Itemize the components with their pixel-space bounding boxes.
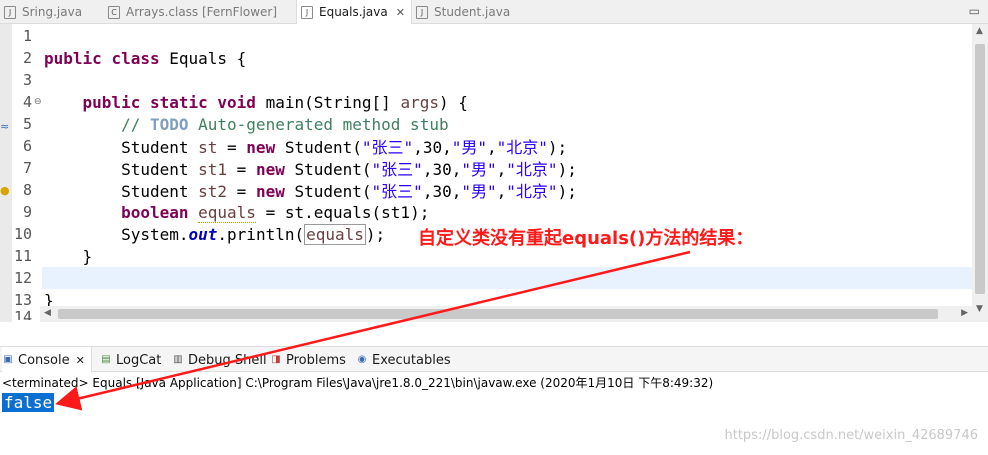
tab-label: Arrays.class [FernFlower] [126,5,278,19]
close-icon[interactable]: ✕ [396,6,405,19]
code-text: boolean equals = st.equals(st1); [121,202,430,223]
code-text: public class Equals { [44,48,247,68]
override-marker-icon: ≈ [0,120,10,133]
code-line-6: 6 Student st = new Student("张三",30,"男","… [12,135,972,157]
tab-student-java[interactable]: J Student.java [412,0,522,24]
tab-problems[interactable]: ◨ Problems [270,347,346,373]
java-file-icon: J [301,5,313,19]
executables-icon: ◉ [357,354,367,365]
problems-icon: ◨ [271,354,281,365]
line-number: 12 [13,269,32,287]
code-line-12: 12 [12,267,972,289]
debug-shell-icon: ▥ [173,354,183,365]
line-number: 3 [22,71,32,89]
code-text: } [82,246,93,266]
line-number: 1 [22,27,32,45]
console-icon: ▣ [3,354,13,365]
tab-logcat[interactable]: ▤ LogCat [100,347,161,373]
java-file-icon: J [4,5,16,19]
overview-ruler: ≈ ● [0,24,12,322]
warning-marker-icon: ● [0,184,10,197]
class-file-icon: C [108,5,120,19]
annotation-text: 自定义类没有重起equals()方法的结果： [418,228,754,249]
tab-label: Student.java [434,5,511,19]
code-line-2: 2 public class Equals { [12,47,972,69]
fold-collapse-icon[interactable]: ⊖ [34,97,42,107]
line-number: 6 [22,137,32,155]
tab-executables[interactable]: ◉ Executables [356,347,451,373]
vertical-scrollbar[interactable]: ▲ ▼ [972,24,988,322]
scroll-up-icon[interactable]: ▲ [976,26,983,36]
code-line-8: 8 Student st2 = new Student("张三",30,"男",… [12,179,972,201]
tab-debug-shell[interactable]: ▥ Debug Shell [172,347,267,373]
tab-label: Problems [286,352,346,368]
code-line-3: 3 [12,69,972,91]
tab-label: LogCat [116,352,162,368]
logcat-icon: ▤ [101,354,111,365]
tab-equals-java[interactable]: J Equals.java ✕ [296,0,412,24]
editor-tab-bar: J Sring.java C Arrays.class [FernFlower]… [0,0,988,24]
line-number: 8 [22,181,32,199]
tab-label: Equals.java [319,5,388,19]
scroll-right-icon[interactable]: ▶ [961,308,968,318]
scroll-down-icon[interactable]: ▼ [976,304,983,314]
tab-label: Sring.java [22,5,83,19]
tab-label: Executables [372,352,451,368]
line-number: 10 [13,225,32,243]
watermark: https://blog.csdn.net/weixin_42689746 [724,428,978,443]
scroll-left-icon[interactable]: ◀ [44,308,51,318]
code-editor[interactable]: ≈ ● 1 2 public class Equals { 3 4 ⊖ publ… [0,24,988,322]
console-output[interactable]: false [2,393,55,412]
code-comment: // TODO Auto-generated method stub [121,114,449,134]
line-number: 14 [13,308,32,320]
code-line-7: 7 Student st1 = new Student("张三",30,"男",… [12,157,972,179]
line-number: 7 [22,159,32,177]
console-panel-tabs: ▣ Console ✕ ▤ LogCat ▥ Debug Shell ◨ Pro… [0,346,988,373]
line-number: 2 [22,49,32,67]
tab-sring-java[interactable]: J Sring.java [0,0,98,24]
code-line-9: 9 boolean equals = st.equals(st1); [12,201,972,223]
line-number: 11 [13,247,32,265]
tab-label: Console [18,352,70,368]
tab-label: Debug Shell [188,352,267,368]
close-icon[interactable]: ✕ [76,354,85,367]
line-number: 5 [22,115,32,133]
line-number: 9 [22,203,32,221]
java-file-icon: J [416,5,428,19]
code-text: Student st = new Student("张三",30,"男","北京… [121,138,568,157]
code-line-4: 4 ⊖ public static void main(String[] arg… [12,91,972,113]
tab-arrays-class[interactable]: C Arrays.class [FernFlower] [104,0,288,24]
code-text: Student st1 = new Student("张三",30,"男","北… [121,160,577,179]
line-number: 4 [22,93,32,111]
horizontal-scrollbar[interactable]: ◀ ▶ [40,306,972,322]
code-text: Student st2 = new Student("张三",30,"男","北… [121,182,577,201]
scroll-thumb[interactable] [58,309,938,319]
scroll-thumb[interactable] [975,44,985,294]
code-line-5: 5 // TODO Auto-generated method stub [12,113,972,135]
code-text: System.out.println(equals); [121,223,386,245]
code-line-1: 1 [12,25,972,47]
code-text: public static void main(String[] args) { [82,92,468,112]
tab-console[interactable]: ▣ Console ✕ [2,347,92,373]
maximize-icon[interactable]: ▭ [969,4,980,18]
console-status-line: <terminated> Equals [Java Application] C… [2,376,714,390]
